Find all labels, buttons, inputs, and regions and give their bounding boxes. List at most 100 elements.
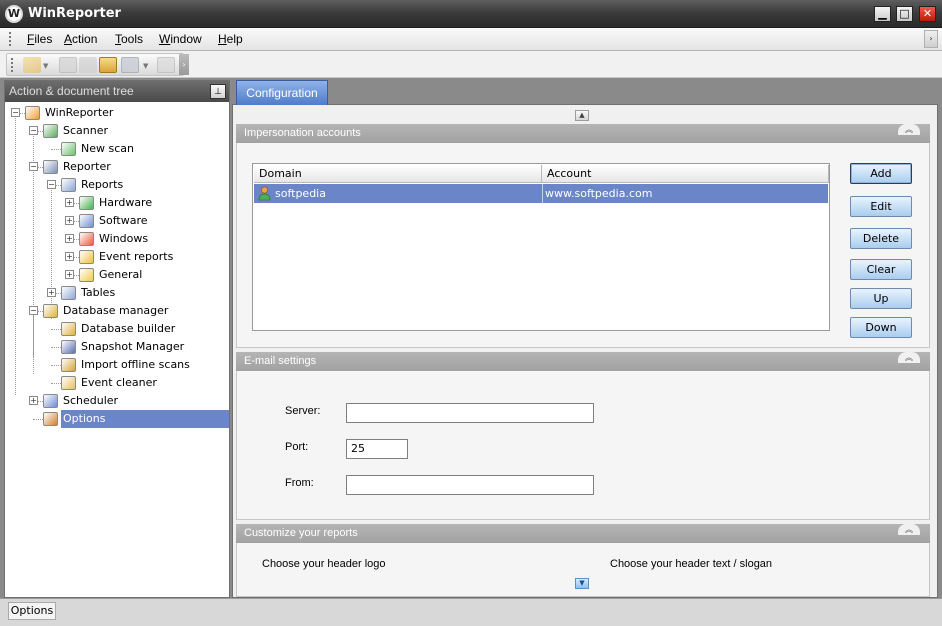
tree-item-label: Database builder xyxy=(81,322,176,335)
menu-action[interactable]: Action xyxy=(64,32,97,46)
tree-item-tables[interactable]: + Tables xyxy=(5,284,229,302)
options-icon xyxy=(43,412,58,426)
impersonation-title: Impersonation accounts xyxy=(244,127,361,139)
collapse-icon[interactable]: − xyxy=(11,108,20,117)
tree-item-hardware[interactable]: + Hardware xyxy=(5,194,229,212)
port-input[interactable]: 25 xyxy=(346,439,408,459)
run-scan-icon[interactable] xyxy=(23,57,41,73)
event-reports-icon xyxy=(79,250,94,264)
scroll-up-icon[interactable]: ▲ xyxy=(575,110,589,121)
tree-item-label: Software xyxy=(99,214,148,227)
column-header-account[interactable]: Account xyxy=(542,165,829,183)
tree-item-label: Event reports xyxy=(99,250,174,263)
tab-configuration[interactable]: Configuration xyxy=(236,80,328,105)
menubar-grip[interactable] xyxy=(9,32,12,46)
clear-button[interactable]: Clear xyxy=(850,259,912,280)
collapse-customize-icon[interactable]: ︽ xyxy=(898,524,920,535)
toolbar: ▼ ▼ › xyxy=(0,51,942,78)
tree-item-label: WinReporter xyxy=(45,106,114,119)
status-options-panel[interactable]: Options xyxy=(8,602,56,620)
toolbar-grip[interactable] xyxy=(11,58,14,72)
minimize-button[interactable]: ▁ xyxy=(874,6,891,22)
action-document-tree: Action & document tree ⊥ − WinReporter − Sc… xyxy=(4,80,230,598)
server-input[interactable] xyxy=(346,403,594,423)
expand-icon[interactable]: + xyxy=(65,234,74,243)
tree-item-label: Import offline scans xyxy=(81,358,190,371)
reporter-icon xyxy=(43,160,58,174)
tree-item-label: Options xyxy=(61,410,229,428)
header-text-label: Choose your header text / slogan xyxy=(610,558,773,570)
collapse-icon[interactable]: − xyxy=(29,162,38,171)
refresh-icon[interactable] xyxy=(59,57,77,73)
tree-item-reporter[interactable]: − Reporter xyxy=(5,158,229,176)
expand-icon[interactable]: + xyxy=(65,198,74,207)
tree-item-windows[interactable]: + Windows xyxy=(5,230,229,248)
windows-icon xyxy=(79,232,94,246)
menu-help[interactable]: Help xyxy=(218,32,243,46)
save-dropdown-icon[interactable]: ▼ xyxy=(143,62,148,70)
email-title: E-mail settings xyxy=(244,355,317,367)
delete-button[interactable]: Delete xyxy=(850,228,912,249)
from-input[interactable] xyxy=(346,475,594,495)
tree-item-event-reports[interactable]: + Event reports xyxy=(5,248,229,266)
tree-item-database-builder[interactable]: Database builder xyxy=(5,320,229,338)
collapse-icon[interactable]: − xyxy=(29,126,38,135)
tree-item-event-cleaner[interactable]: Event cleaner xyxy=(5,374,229,392)
user-icon xyxy=(258,186,271,201)
print-icon[interactable] xyxy=(157,57,175,73)
tree-item-database-manager[interactable]: − Database manager xyxy=(5,302,229,320)
expand-icon[interactable]: + xyxy=(47,288,56,297)
down-button[interactable]: Down xyxy=(850,317,912,338)
scroll-down-icon[interactable]: ▼ xyxy=(575,578,589,589)
tree-item-import-offline-scans[interactable]: Import offline scans xyxy=(5,356,229,374)
maximize-button[interactable]: □ xyxy=(896,6,913,22)
expand-icon[interactable]: + xyxy=(65,270,74,279)
tree-item-label: Tables xyxy=(81,286,116,299)
separator-icon xyxy=(79,57,97,73)
tree-item-label: Snapshot Manager xyxy=(81,340,185,353)
tree-item-software[interactable]: + Software xyxy=(5,212,229,230)
toolstrip: ▼ ▼ › xyxy=(6,53,189,76)
save-icon[interactable] xyxy=(121,57,139,73)
tree-item-reports[interactable]: − Reports xyxy=(5,176,229,194)
database-icon xyxy=(43,304,58,318)
email-section-body xyxy=(236,371,930,520)
tree-item-new-scan[interactable]: New scan xyxy=(5,140,229,158)
row-domain: softpedia xyxy=(275,187,326,200)
menu-files[interactable]: Files xyxy=(27,32,52,46)
toolbar-overflow-button[interactable]: › xyxy=(179,54,189,75)
collapse-icon[interactable]: − xyxy=(29,306,38,315)
tree-panel-title-text: Action & document tree xyxy=(9,84,134,98)
tree-item-scheduler[interactable]: + Scheduler xyxy=(5,392,229,410)
add-button[interactable]: Add xyxy=(850,163,912,184)
menu-tools[interactable]: Tools xyxy=(115,32,143,46)
expand-icon[interactable]: + xyxy=(29,396,38,405)
tree-item-label: Reporter xyxy=(63,160,111,173)
row-account: www.softpedia.com xyxy=(545,187,653,200)
collapse-impersonation-icon[interactable]: ︽ xyxy=(898,124,920,135)
expand-icon[interactable]: + xyxy=(65,252,74,261)
column-header-domain[interactable]: Domain xyxy=(254,165,542,183)
menubar-overflow-button[interactable]: › xyxy=(924,30,938,48)
open-folder-icon[interactable] xyxy=(99,57,117,73)
event-cleaner-icon xyxy=(61,376,76,390)
row-divider xyxy=(542,184,543,203)
close-button[interactable]: ✕ xyxy=(919,6,936,22)
collapse-email-icon[interactable]: ︽ xyxy=(898,352,920,363)
tree-item-scanner[interactable]: − Scanner xyxy=(5,122,229,140)
tree-item-general[interactable]: + General xyxy=(5,266,229,284)
tree-item-label: Reports xyxy=(81,178,124,191)
menu-window[interactable]: Window xyxy=(159,32,202,46)
tree-item-options[interactable]: Options xyxy=(5,410,229,428)
tree-item-label: Event cleaner xyxy=(81,376,157,389)
pin-icon[interactable]: ⊥ xyxy=(210,84,226,99)
table-row[interactable]: softpedia www.softpedia.com xyxy=(254,184,828,203)
run-scan-dropdown-icon[interactable]: ▼ xyxy=(43,62,48,70)
up-button[interactable]: Up xyxy=(850,288,912,309)
tree-item-snapshot-manager[interactable]: Snapshot Manager xyxy=(5,338,229,356)
collapse-icon[interactable]: − xyxy=(47,180,56,189)
tree-item-winreporter[interactable]: − WinReporter xyxy=(5,104,229,122)
edit-button[interactable]: Edit xyxy=(850,196,912,217)
expand-icon[interactable]: + xyxy=(65,216,74,225)
scanner-icon xyxy=(43,124,58,138)
